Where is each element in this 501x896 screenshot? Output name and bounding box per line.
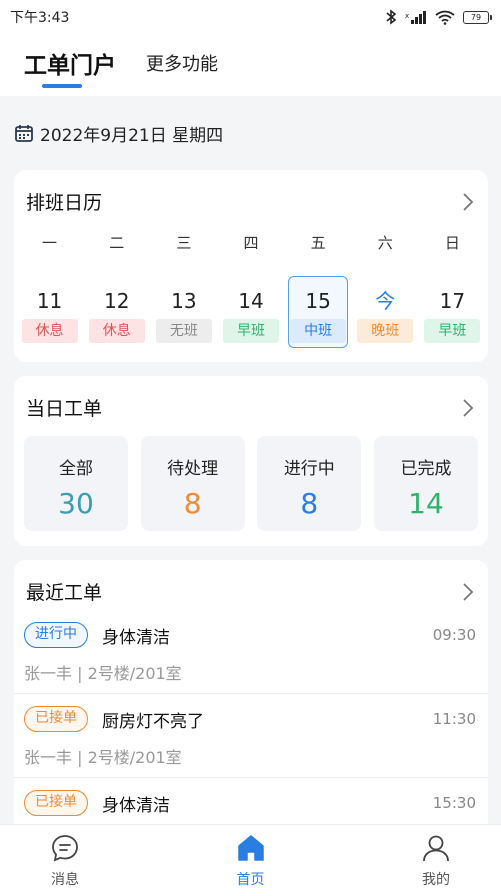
weekday-label: 三 (176, 234, 192, 252)
calendar-day[interactable]: 11 休息 (20, 276, 80, 348)
tab-work-order-portal[interactable]: 工单门户 (24, 46, 116, 88)
order-location: 张一丰 | 2号楼/201室 (24, 664, 182, 683)
order-item[interactable]: 进行中 身体清洁 09:30 张一丰 | 2号楼/201室 (14, 610, 488, 694)
order-title: 身体清洁 (102, 796, 170, 816)
weekday-label: 五 (310, 234, 326, 252)
day-number: 14 (238, 289, 264, 313)
stat-completed[interactable]: 已完成 14 (373, 436, 478, 531)
order-time: 11:30 (432, 710, 476, 728)
tab-label: 更多功能 (146, 54, 218, 75)
stats-row: 全部 30 待处理 8 进行中 8 已完成 14 (24, 436, 478, 531)
shift-badge: 无班 (155, 319, 212, 343)
stat-label: 已完成 (400, 459, 452, 479)
stat-label: 待处理 (167, 459, 219, 479)
nav-label: 首页 (236, 872, 265, 888)
active-tab-indicator (42, 84, 82, 88)
shift-badge: 晚班 (357, 319, 414, 343)
day-number: 13 (171, 289, 197, 313)
day-number: 今 (375, 289, 396, 313)
shift-badge: 早班 (222, 319, 279, 343)
calendar-day[interactable]: 12 休息 (87, 276, 147, 348)
calendar-day-today[interactable]: 今 晚班 (355, 276, 415, 348)
weekday-label: 六 (377, 234, 393, 252)
calendar-day-selected[interactable]: 15 中班 (288, 276, 349, 348)
calendar-icon (15, 125, 33, 142)
stat-value: 8 (300, 487, 319, 520)
calendar-day[interactable]: 14 早班 (221, 276, 281, 348)
nav-home[interactable]: 首页 (216, 825, 286, 896)
battery-level: 79 (470, 12, 482, 22)
nav-messages[interactable]: 消息 (30, 825, 100, 896)
tab-more-features[interactable]: 更多功能 (146, 50, 218, 76)
profile-icon (423, 835, 449, 862)
home-icon (237, 835, 264, 861)
stat-in-progress[interactable]: 进行中 8 (257, 436, 362, 531)
date-row: 2022年9月21日 星期四 (14, 118, 223, 148)
day-number: 15 (305, 289, 331, 313)
order-title: 厨房灯不亮了 (102, 712, 204, 732)
order-location: 张一丰 | 2号楼/201室 (24, 748, 182, 767)
top-tabs: 工单门户 更多功能 (0, 34, 501, 96)
svg-text:x: x (405, 12, 409, 20)
recent-orders-card: 最近工单 进行中 身体清洁 09:30 张一丰 | 2号楼/201室 已接单 厨… (14, 560, 488, 840)
stat-value: 30 (58, 487, 94, 520)
shift-badge: 休息 (88, 319, 145, 343)
nav-label: 我的 (422, 872, 450, 888)
chevron-right-icon[interactable] (462, 398, 474, 418)
recent-orders-title: 最近工单 (26, 582, 103, 604)
day-number: 11 (36, 289, 63, 313)
today-orders-title: 当日工单 (26, 398, 103, 420)
day-number: 17 (439, 289, 466, 313)
stat-all[interactable]: 全部 30 (24, 436, 128, 531)
shift-badge: 早班 (424, 319, 481, 343)
current-date: 2022年9月21日 星期四 (40, 125, 224, 146)
chevron-right-icon[interactable] (462, 192, 474, 212)
stat-value: 8 (183, 487, 202, 520)
status-icons: x 79 (385, 9, 492, 25)
today-orders-card: 当日工单 全部 30 待处理 8 进行中 8 已完成 14 (14, 376, 488, 546)
tab-label: 工单门户 (24, 53, 116, 79)
status-badge: 已接单 (24, 790, 88, 816)
weekday-label: 日 (444, 234, 460, 252)
stat-pending[interactable]: 待处理 8 (140, 436, 245, 531)
order-time: 09:30 (432, 626, 476, 644)
status-badge: 进行中 (24, 622, 88, 648)
message-icon (52, 835, 78, 862)
calendar-day[interactable]: 17 早班 (422, 276, 482, 348)
day-number: 12 (103, 289, 130, 313)
order-item[interactable]: 已接单 厨房灯不亮了 11:30 张一丰 | 2号楼/201室 (14, 694, 488, 778)
day-row: 11 休息 12 休息 13 无班 14 早班 15 中班 今 晚班 17 早班 (14, 276, 488, 348)
bluetooth-icon (386, 9, 397, 25)
stat-label: 全部 (59, 459, 93, 479)
weekday-label: 四 (243, 234, 259, 252)
chevron-right-icon[interactable] (462, 582, 474, 602)
battery-icon: 79 (463, 10, 492, 24)
weekday-row: 一 二 三 四 五 六 日 (14, 232, 488, 253)
wifi-icon (435, 10, 455, 25)
weekday-label: 二 (109, 234, 125, 252)
stat-value: 14 (408, 487, 444, 520)
weekday-label: 一 (42, 234, 58, 252)
stat-label: 进行中 (283, 459, 335, 479)
nav-label: 消息 (51, 872, 79, 888)
bottom-nav: 消息 首页 我的 (0, 824, 501, 896)
schedule-calendar-card: 排班日历 一 二 三 四 五 六 日 11 休息 12 休息 13 无班 14 … (14, 170, 488, 362)
nav-profile[interactable]: 我的 (401, 825, 471, 896)
order-time: 15:30 (432, 794, 476, 812)
shift-badge: 休息 (21, 319, 78, 343)
status-time: 下午3:43 (10, 10, 70, 26)
status-bar: 下午3:43 x 79 (0, 0, 501, 34)
signal-icon: x (405, 11, 426, 24)
status-badge: 已接单 (24, 706, 88, 732)
calendar-day[interactable]: 13 无班 (154, 276, 214, 348)
order-title: 身体清洁 (102, 628, 170, 648)
schedule-title: 排班日历 (26, 192, 103, 214)
shift-badge: 中班 (290, 319, 347, 343)
